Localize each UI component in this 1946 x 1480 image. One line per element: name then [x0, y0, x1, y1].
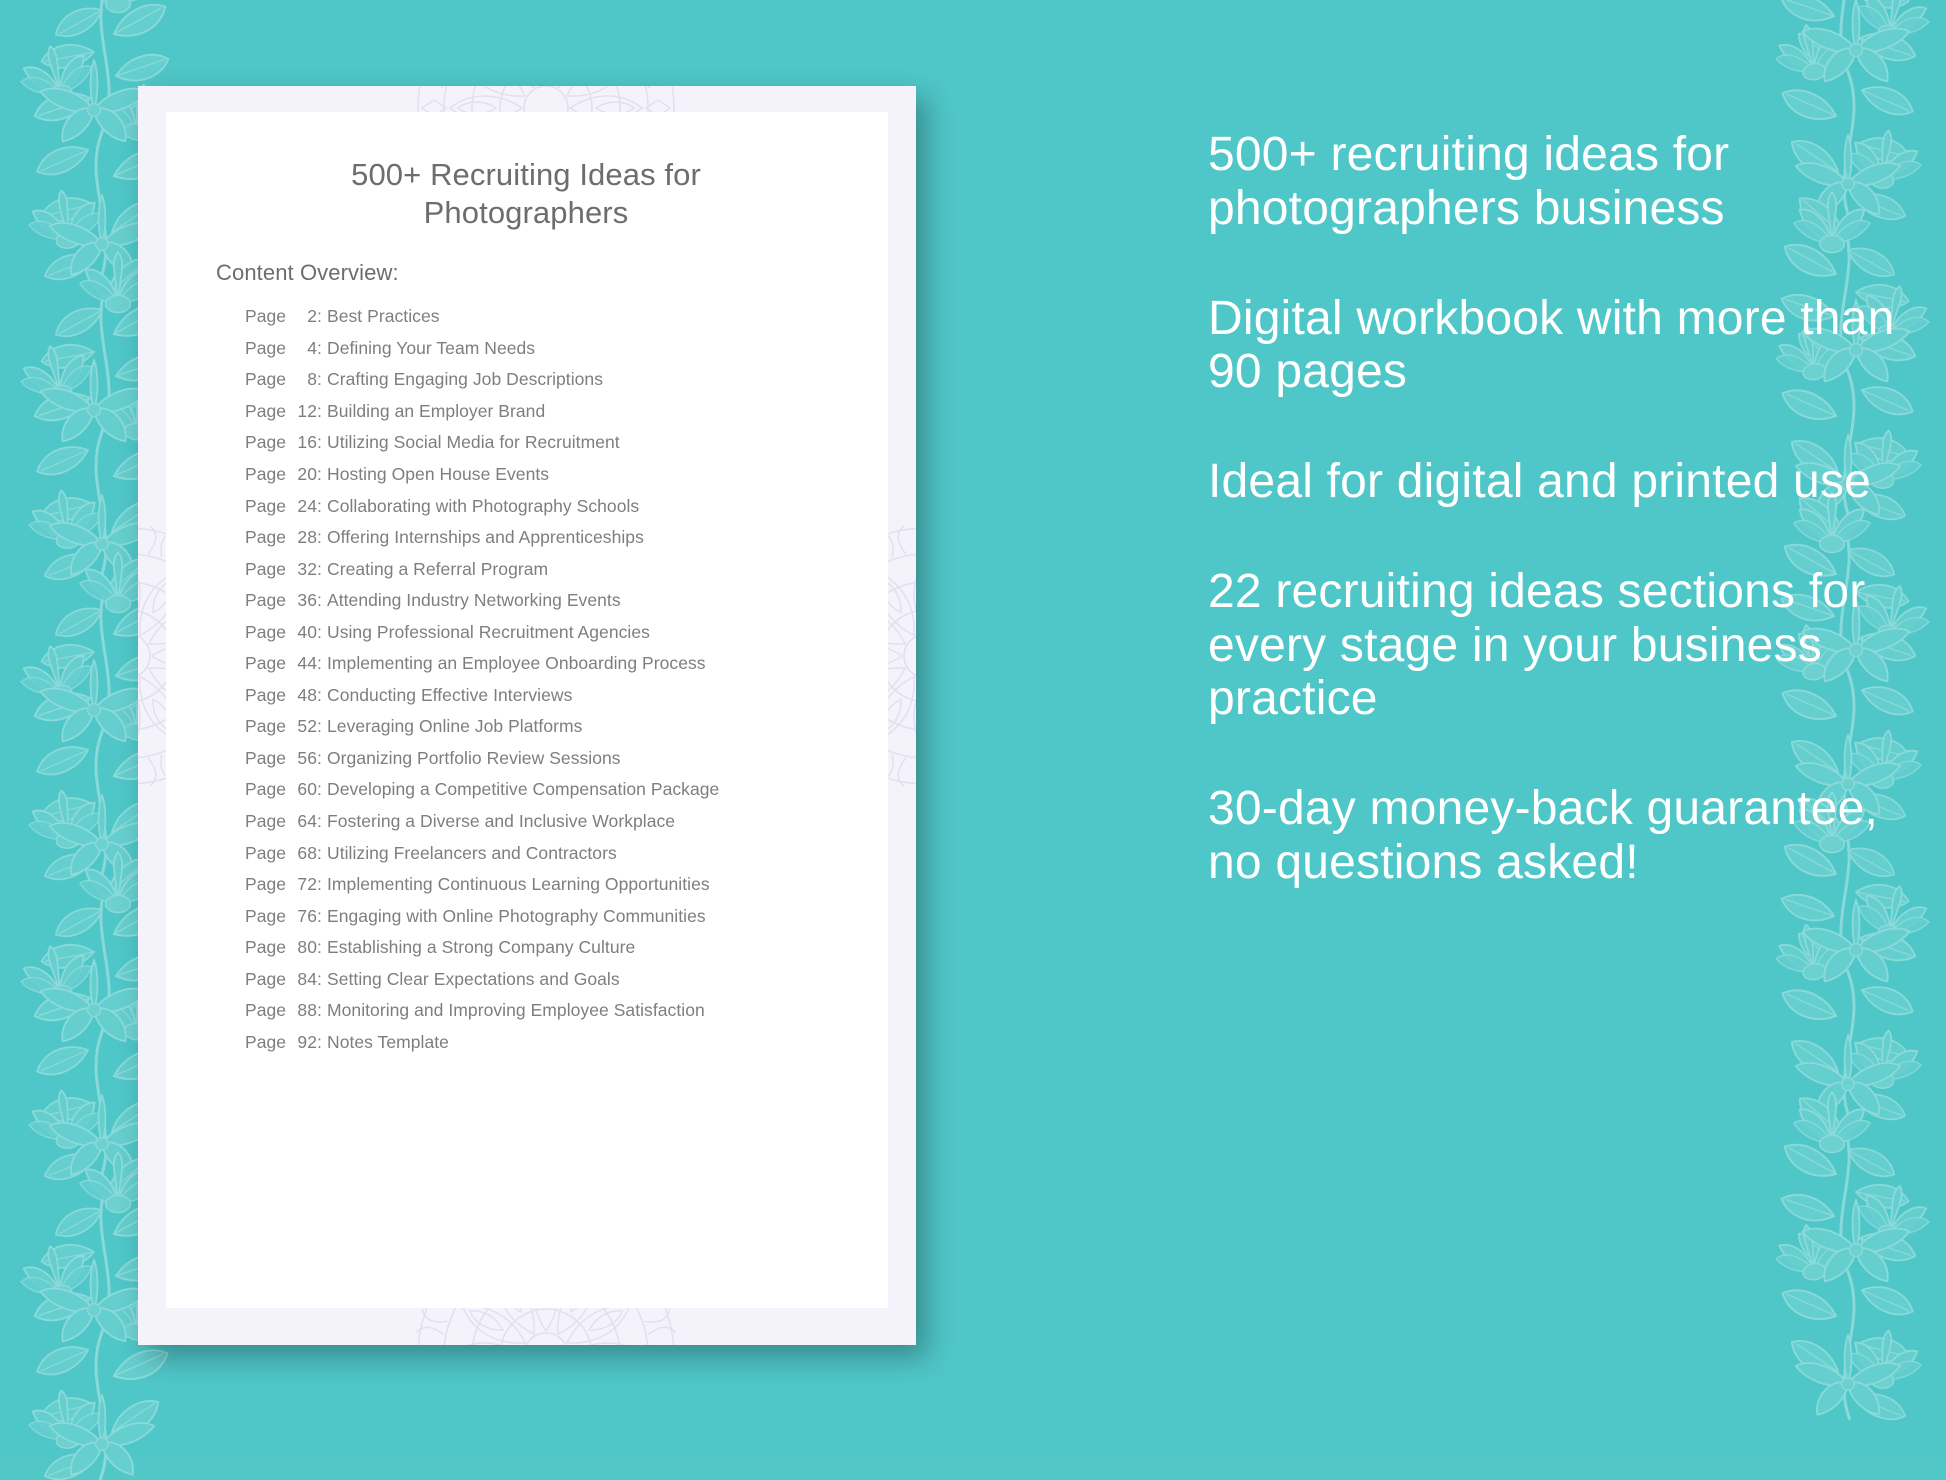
toc-row: Page 80: Establishing a Strong Company Cu… — [245, 932, 865, 964]
toc-entry-title: Setting Clear Expectations and Goals — [327, 968, 620, 989]
toc-entry-title: Using Professional Recruitment Agencies — [327, 621, 650, 642]
promo-block: Ideal for digital and printed use — [1208, 455, 1872, 508]
toc-row: Page 28: Offering Internships and Apprent… — [245, 522, 865, 554]
toc-row: Page 52: Leveraging Online Job Platforms — [245, 711, 865, 743]
toc-entry-title: Implementing Continuous Learning Opportu… — [327, 874, 710, 895]
toc-entry-title: Notes Template — [327, 1031, 449, 1052]
content-overview-label: Content Overview: — [216, 260, 399, 285]
toc-row: Page 56: Organizing Portfolio Review Sess… — [245, 743, 865, 775]
toc-entry-title: Monitoring and Improving Employee Satisf… — [327, 1000, 705, 1021]
document-card: 500+ Recruiting Ideas for Photographers … — [138, 86, 916, 1345]
toc-page-number: Page 40: — [245, 621, 322, 642]
toc-row: Page 12: Building an Employer Brand — [245, 396, 865, 428]
toc-page-number: Page 16: — [245, 432, 322, 453]
toc-page-number: Page 2: — [245, 306, 322, 327]
toc-page-number: Page 8: — [245, 369, 322, 390]
toc-entry-title: Organizing Portfolio Review Sessions — [327, 747, 621, 768]
toc-page-number: Page 60: — [245, 779, 322, 800]
toc-page-number: Page 24: — [245, 495, 322, 516]
toc-row: Page 64: Fostering a Diverse and Inclusiv… — [245, 806, 865, 838]
promo-block: 500+ recruiting ideas for photographers … — [1208, 128, 1730, 235]
toc-page-number: Page 92: — [245, 1031, 322, 1052]
toc-page-number: Page 32: — [245, 558, 322, 579]
promo-block: 22 recruiting ideas sections for every s… — [1208, 564, 1866, 726]
promo-block: Digital workbook with more than 90 pages — [1208, 291, 1895, 399]
page-title: 500+ Recruiting Ideas for Photographers — [351, 157, 701, 230]
toc-page-number: Page 4: — [245, 337, 322, 358]
toc-page-number: Page 84: — [245, 968, 322, 989]
toc-row: Page 20: Hosting Open House Events — [245, 459, 865, 491]
toc-row: Page 8: Crafting Engaging Job Description… — [245, 364, 865, 396]
toc-page-number: Page 68: — [245, 842, 322, 863]
toc-row: Page 88: Monitoring and Improving Employe… — [245, 995, 865, 1027]
toc-entry-title: Developing a Competitive Compensation Pa… — [327, 779, 720, 800]
toc-row: Page 36: Attending Industry Networking Ev… — [245, 585, 865, 617]
toc-entry-title: Leveraging Online Job Platforms — [327, 716, 583, 737]
toc-entry-title: Creating a Referral Program — [327, 558, 549, 579]
toc-page-number: Page 44: — [245, 653, 322, 674]
promo-block: 30-day money-back guarantee, no question… — [1208, 782, 1879, 889]
toc-entry-title: Conducting Effective Interviews — [327, 684, 573, 705]
toc-entry-title: Defining Your Team Needs — [327, 337, 536, 358]
toc-row: Page 60: Developing a Competitive Compens… — [245, 774, 865, 806]
table-of-contents: Page 2: Best Practices Page 4: Defining You… — [245, 301, 865, 1058]
toc-entry-title: Building an Employer Brand — [327, 400, 546, 421]
toc-row: Page 76: Engaging with Online Photography… — [245, 900, 865, 932]
toc-row: Page 4: Defining Your Team Needs — [245, 333, 865, 365]
toc-page-number: Page 56: — [245, 747, 322, 768]
toc-row: Page 92: Notes Template — [245, 1027, 865, 1059]
toc-row: Page 24: Collaborating with Photography S… — [245, 490, 865, 522]
toc-page-number: Page 72: — [245, 874, 322, 895]
toc-entry-title: Attending Industry Networking Events — [327, 590, 621, 611]
promo-text-column: 500+ recruiting ideas for photographers … — [1208, 128, 1908, 890]
toc-entry-title: Offering Internships and Apprenticeships — [327, 527, 644, 548]
toc-row: Page 44: Implementing an Employee Onboard… — [245, 648, 865, 680]
toc-entry-title: Best Practices — [327, 306, 440, 327]
toc-page-number: Page 48: — [245, 684, 322, 705]
toc-entry-title: Hosting Open House Events — [327, 464, 550, 484]
toc-row: Page 2: Best Practices — [245, 301, 865, 333]
document-page: 500+ Recruiting Ideas for Photographers … — [166, 112, 888, 1308]
toc-row: Page 84: Setting Clear Expectations and G… — [245, 963, 865, 995]
toc-row: Page 72: Implementing Continuous Learning… — [245, 869, 865, 901]
toc-row: Page 40: Using Professional Recruitment A… — [245, 616, 865, 648]
toc-page-number: Page 20: — [245, 464, 322, 484]
toc-page-number: Page 64: — [245, 811, 322, 832]
toc-entry-title: Establishing a Strong Company Culture — [327, 937, 636, 958]
toc-entry-title: Utilizing Freelancers and Contractors — [327, 842, 617, 863]
toc-page-number: Page 12: — [245, 400, 322, 421]
toc-page-number: Page 80: — [245, 937, 322, 958]
toc-row: Page 16: Utilizing Social Media for Recru… — [245, 427, 865, 459]
toc-page-number: Page 88: — [245, 1000, 322, 1021]
toc-page-number: Page 52: — [245, 716, 322, 737]
toc-page-number: Page 36: — [245, 590, 322, 611]
toc-entry-title: Fostering a Diverse and Inclusive Workpl… — [327, 811, 676, 832]
toc-page-number: Page 76: — [245, 905, 322, 926]
toc-entry-title: Collaborating with Photography Schools — [327, 495, 640, 516]
toc-row: Page 32: Creating a Referral Program — [245, 553, 865, 585]
toc-page-number: Page 28: — [245, 527, 322, 548]
toc-row: Page 68: Utilizing Freelancers and Contra… — [245, 837, 865, 869]
toc-entry-title: Engaging with Online Photography Communi… — [327, 905, 706, 926]
toc-entry-title: Crafting Engaging Job Descriptions — [327, 369, 604, 390]
toc-row: Page 48: Conducting Effective Interviews — [245, 680, 865, 712]
toc-entry-title: Utilizing Social Media for Recruitment — [327, 432, 620, 453]
toc-entry-title: Implementing an Employee Onboarding Proc… — [327, 653, 706, 674]
